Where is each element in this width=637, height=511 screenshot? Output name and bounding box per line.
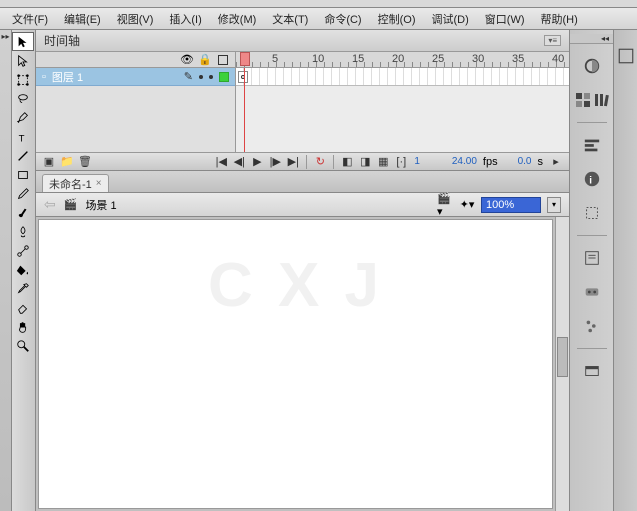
code-snippets-icon[interactable] — [578, 246, 606, 270]
scene-name[interactable]: 场景 1 — [85, 197, 116, 213]
edit-bar: ⇦ 🎬 场景 1 🎬▾ ✦▾ 100% ▾ — [36, 193, 569, 217]
free-transform-tool[interactable] — [12, 70, 34, 89]
eyedropper-tool[interactable] — [12, 279, 34, 298]
zoom-field[interactable]: 100% — [481, 197, 541, 213]
prev-frame-icon[interactable]: ◀| — [232, 155, 246, 169]
watermark: C X J — [208, 250, 383, 321]
onion-markers-icon[interactable]: [·] — [394, 155, 408, 169]
svg-text:i: i — [589, 176, 592, 187]
transform-panel-icon[interactable] — [578, 201, 606, 225]
svg-text:T: T — [19, 133, 25, 144]
vertical-scrollbar[interactable] — [555, 217, 569, 511]
right-dock: ◂◂ i — [569, 30, 613, 511]
menu-edit[interactable]: 编辑(E) — [56, 8, 109, 30]
last-frame-icon[interactable]: ▶| — [286, 155, 300, 169]
edit-symbols-icon[interactable]: ✦▾ — [459, 197, 475, 213]
outline-icon[interactable] — [217, 54, 229, 66]
info-panel-icon[interactable]: i — [578, 167, 606, 191]
menu-file[interactable]: 文件(F) — [4, 8, 56, 30]
properties-panel-icon[interactable] — [616, 46, 636, 66]
timeline-panel: 时间轴 ▾≡ 👁 🔒 ▫ 图层 1 ✎ — [36, 30, 569, 171]
edit-multiple-icon[interactable]: ▦ — [376, 155, 390, 169]
layer-outline-color[interactable] — [219, 72, 229, 82]
menu-text[interactable]: 文本(T) — [264, 8, 316, 30]
align-panel-icon[interactable] — [578, 133, 606, 157]
components-panel-icon[interactable] — [578, 280, 606, 304]
swatches-panel-icon[interactable] — [575, 88, 591, 112]
brush-tool[interactable] — [12, 203, 34, 222]
play-icon[interactable]: ▶ — [250, 155, 264, 169]
menu-debug[interactable]: 调试(D) — [424, 8, 477, 30]
tab-label: 未命名-1 — [49, 176, 92, 192]
frames-row[interactable] — [236, 68, 569, 86]
subselection-tool[interactable] — [12, 51, 34, 70]
layer-name[interactable]: 图层 1 — [52, 69, 178, 85]
edit-scene-icon[interactable]: 🎬▾ — [437, 197, 453, 213]
fps-label: fps — [483, 156, 498, 168]
stage[interactable]: C X J — [38, 219, 553, 509]
current-frame: 1 — [414, 156, 420, 167]
onion-outline-icon[interactable]: ◨ — [358, 155, 372, 169]
frames-ruler[interactable]: 1 5 10 15 20 25 30 35 40 — [236, 52, 569, 68]
scroll-right-icon[interactable]: ▸ — [549, 155, 563, 169]
left-collapse[interactable]: ▸▸ — [0, 30, 12, 511]
layer-page-icon: ▫ — [42, 71, 46, 83]
project-panel-icon[interactable] — [578, 359, 606, 383]
new-folder-icon[interactable]: 📁 — [60, 155, 74, 169]
menu-commands[interactable]: 命令(C) — [316, 8, 369, 30]
loop-icon[interactable]: ↻ — [313, 155, 327, 169]
visibility-icon[interactable]: 👁 — [181, 54, 193, 66]
tab-document[interactable]: 未命名-1 × — [42, 174, 109, 192]
scene-clap-icon: 🎬 — [64, 198, 78, 211]
first-frame-icon[interactable]: |◀ — [214, 155, 228, 169]
layer-active-icon: ✎ — [184, 70, 193, 83]
document-tabs: 未命名-1 × — [36, 171, 569, 193]
new-layer-icon[interactable]: ▣ — [42, 155, 56, 169]
lasso-tool[interactable] — [12, 89, 34, 108]
menu-help[interactable]: 帮助(H) — [533, 8, 586, 30]
time-unit: s — [538, 156, 544, 168]
fps-value: 24.00 — [452, 156, 477, 167]
timeline-collapse-icon[interactable]: ▾≡ — [544, 35, 561, 46]
menu-control[interactable]: 控制(O) — [370, 8, 424, 30]
onion-skin-icon[interactable]: ◧ — [340, 155, 354, 169]
layer-row[interactable]: ▫ 图层 1 ✎ — [36, 68, 235, 86]
text-tool[interactable]: T — [12, 127, 34, 146]
rectangle-tool[interactable] — [12, 165, 34, 184]
menu-insert[interactable]: 插入(I) — [161, 8, 209, 30]
eraser-tool[interactable] — [12, 298, 34, 317]
layer-visible-dot[interactable] — [199, 75, 203, 79]
time-value: 0.0 — [518, 156, 532, 167]
back-icon[interactable]: ⇦ — [44, 196, 56, 213]
zoom-tool[interactable] — [12, 336, 34, 355]
motion-presets-icon[interactable] — [578, 314, 606, 338]
selection-tool[interactable] — [12, 32, 34, 51]
toolbox: T — [12, 30, 36, 511]
paint-bucket-tool[interactable] — [12, 260, 34, 279]
layer-lock-dot[interactable] — [209, 75, 213, 79]
menu-window[interactable]: 窗口(W) — [477, 8, 533, 30]
color-panel-icon[interactable] — [578, 54, 606, 78]
zoom-dropdown-icon[interactable]: ▾ — [547, 197, 561, 213]
timeline-title: 时间轴 — [44, 32, 80, 49]
right-collapse-icon[interactable]: ◂◂ — [570, 34, 613, 44]
menu-view[interactable]: 视图(V) — [109, 8, 162, 30]
menu-bar: 文件(F) 编辑(E) 视图(V) 插入(I) 修改(M) 文本(T) 命令(C… — [0, 8, 637, 30]
right-dock-2 — [613, 30, 637, 511]
line-tool[interactable] — [12, 146, 34, 165]
bone-tool[interactable] — [12, 241, 34, 260]
pen-tool[interactable] — [12, 108, 34, 127]
hand-tool[interactable] — [12, 317, 34, 336]
next-frame-icon[interactable]: |▶ — [268, 155, 282, 169]
lock-icon[interactable]: 🔒 — [199, 54, 211, 66]
delete-layer-icon[interactable]: 🗑 — [78, 155, 92, 169]
tab-close-icon[interactable]: × — [96, 178, 102, 189]
playhead-icon[interactable] — [240, 52, 250, 66]
menu-modify[interactable]: 修改(M) — [210, 8, 265, 30]
pencil-tool[interactable] — [12, 184, 34, 203]
library-panel-icon[interactable] — [593, 88, 609, 112]
deco-tool[interactable] — [12, 222, 34, 241]
